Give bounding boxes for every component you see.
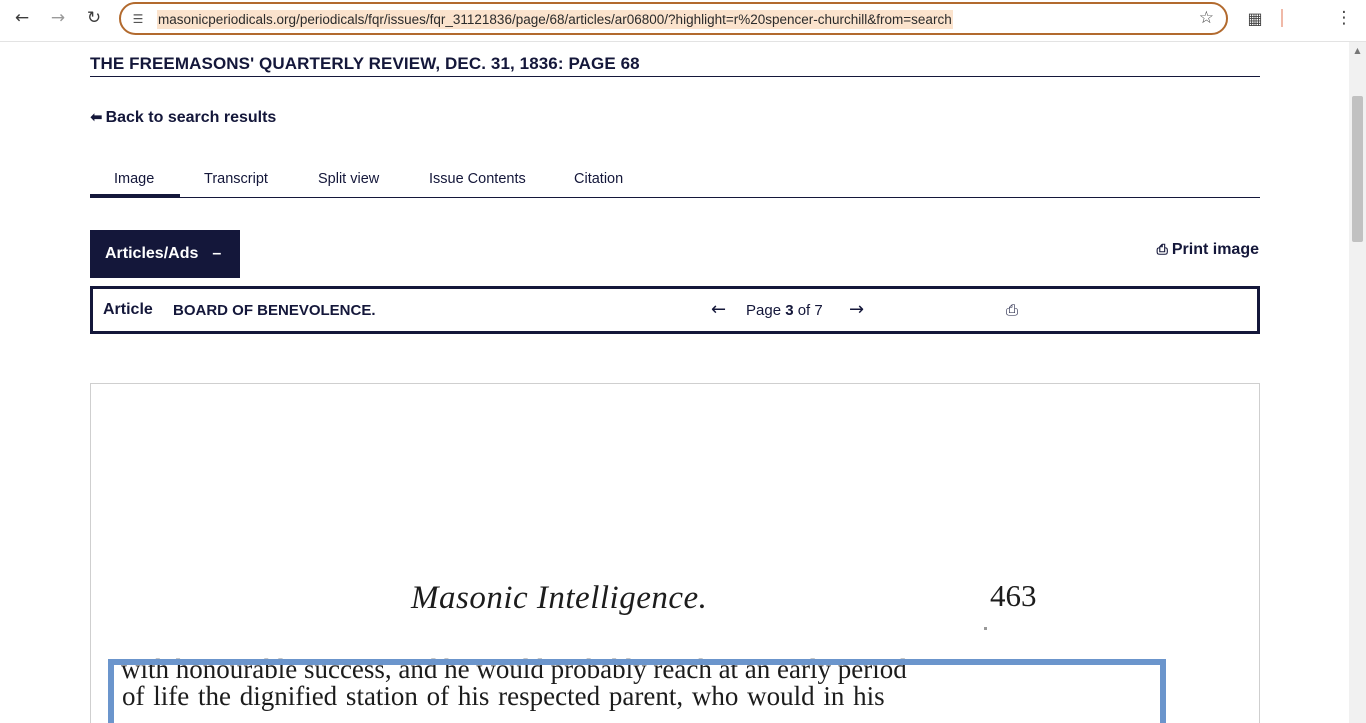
back-arrow-icon[interactable]: ← <box>8 7 36 29</box>
article-highlight-box[interactable] <box>108 659 1166 723</box>
article-navigation-bar: Article BOARD OF BENEVOLENCE. ← Page 3 o… <box>90 286 1260 334</box>
scrollbar-thumb[interactable] <box>1352 96 1363 242</box>
forward-arrow-icon[interactable]: → <box>44 7 72 29</box>
print-article-icon[interactable]: ⎙ <box>1006 301 1018 319</box>
scroll-up-icon[interactable]: ▲ <box>1349 44 1366 58</box>
tab-issue-contents[interactable]: Issue Contents <box>429 171 526 187</box>
bookmark-star-icon[interactable]: ☆ <box>1199 8 1214 28</box>
title-divider <box>90 76 1260 77</box>
tab-citation[interactable]: Citation <box>574 171 623 187</box>
arrow-left-icon: ⬅ <box>90 108 103 126</box>
page-title: THE FREEMASONS' QUARTERLY REVIEW, DEC. 3… <box>90 54 640 73</box>
scan-page-number: 463 <box>990 578 1037 613</box>
previous-page-arrow-icon[interactable]: ← <box>711 299 726 320</box>
reload-icon[interactable]: ↻ <box>80 7 108 29</box>
scan-heading: Masonic Intelligence. <box>411 580 708 616</box>
back-link-label: Back to search results <box>105 109 277 126</box>
site-info-icon[interactable]: ☰ <box>129 10 147 28</box>
print-image-link[interactable]: ⎙ Print image <box>1157 241 1259 259</box>
page-current: 3 <box>785 302 794 319</box>
kebab-menu-icon[interactable]: ⋮ <box>1333 7 1355 29</box>
page-prefix: Page <box>746 302 786 319</box>
print-image-label: Print image <box>1171 241 1259 258</box>
page-image-viewer[interactable]: Masonic Intelligence. 463 with honourabl… <box>90 383 1260 723</box>
view-tabs: Image Transcript Split view Issue Conten… <box>90 167 1260 198</box>
page-indicator: Page 3 of 7 <box>746 302 823 319</box>
active-tab-indicator <box>90 194 180 198</box>
articles-ads-label: Articles/Ads <box>105 245 199 262</box>
extensions-puzzle-icon[interactable]: ▦ <box>1243 7 1267 29</box>
article-label: Article <box>103 301 153 318</box>
article-title: BOARD OF BENEVOLENCE. <box>173 302 376 319</box>
tab-transcript[interactable]: Transcript <box>204 171 268 187</box>
tab-split-view[interactable]: Split view <box>318 171 379 187</box>
scan-speck <box>984 627 987 630</box>
address-bar[interactable]: ☰ masonicperiodicals.org/periodicals/fqr… <box>119 2 1228 35</box>
next-page-arrow-icon[interactable]: → <box>849 299 864 320</box>
browser-toolbar: ← → ↻ ☰ masonicperiodicals.org/periodica… <box>0 0 1366 42</box>
printer-icon: ⎙ <box>1156 242 1168 258</box>
url-text[interactable]: masonicperiodicals.org/periodicals/fqr/i… <box>157 10 953 29</box>
articles-ads-toggle-button[interactable]: Articles/Ads – <box>90 230 240 278</box>
back-to-search-link[interactable]: ⬅ Back to search results <box>90 108 276 127</box>
collapse-minus-icon: – <box>212 245 222 262</box>
profile-divider <box>1281 9 1283 27</box>
page-scrollbar[interactable]: ▲ <box>1349 42 1366 723</box>
tab-image[interactable]: Image <box>114 171 154 187</box>
page-suffix: of 7 <box>793 302 823 319</box>
